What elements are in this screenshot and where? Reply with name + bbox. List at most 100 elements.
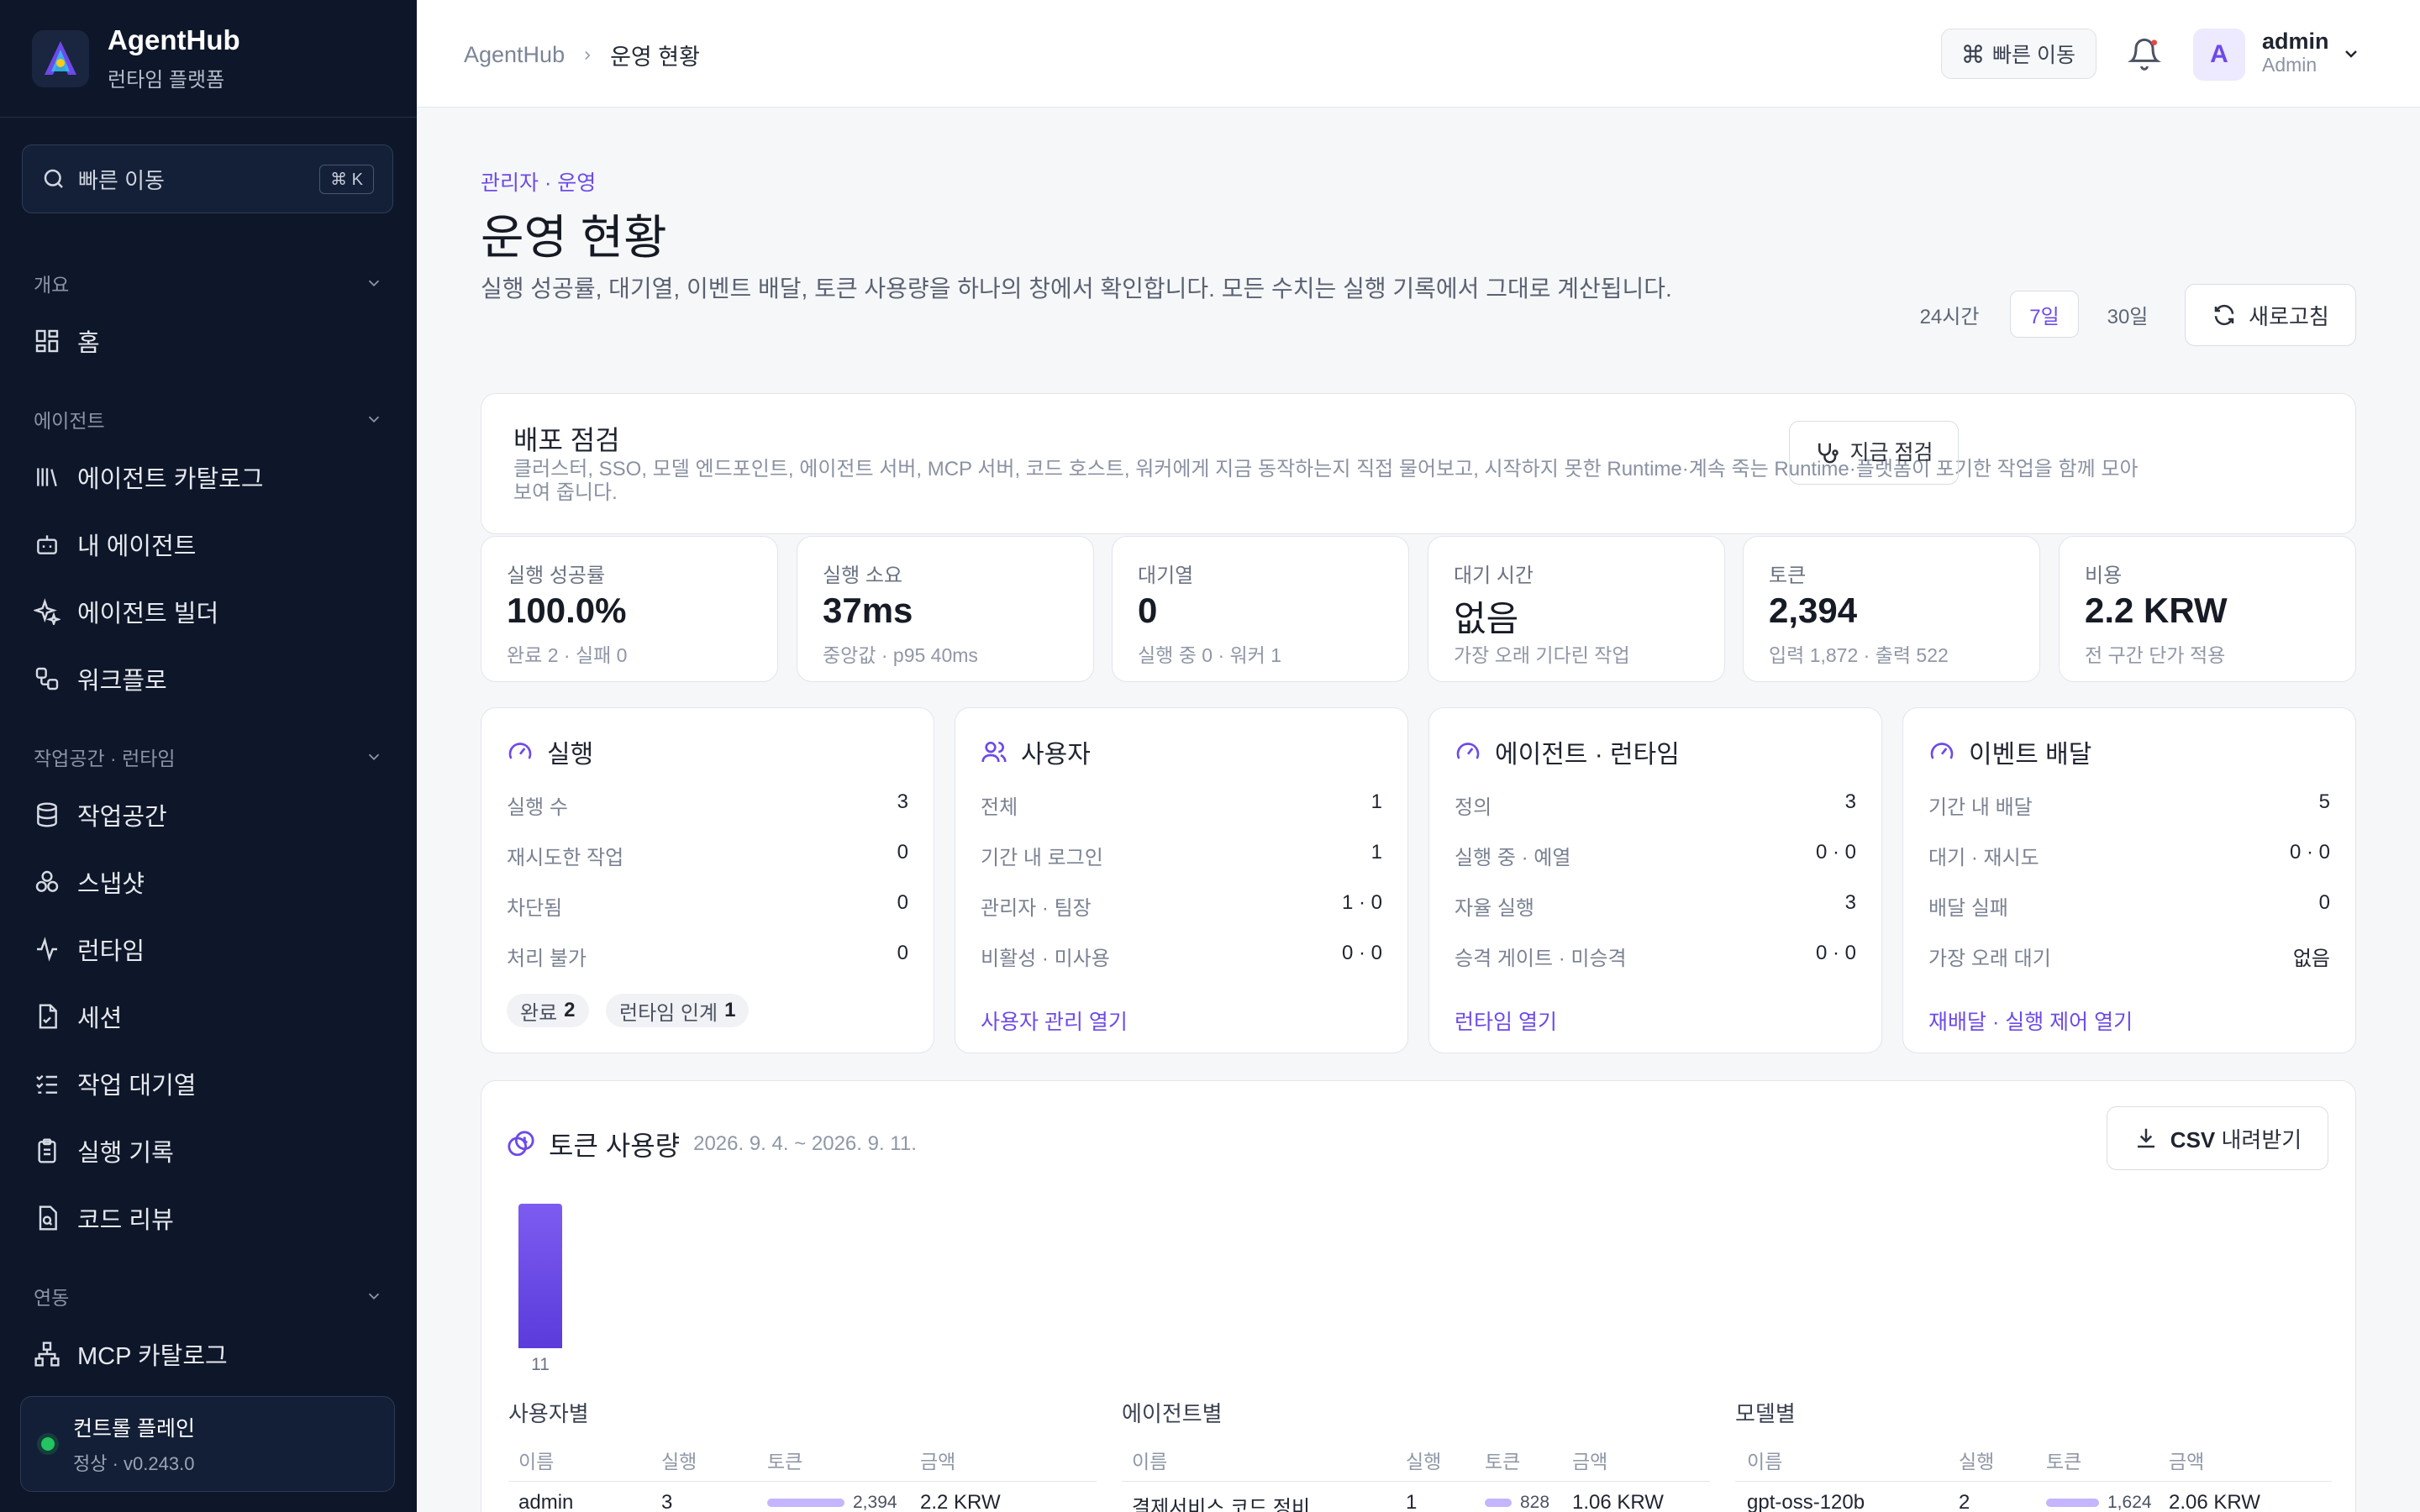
chevron-down-icon [368,1293,380,1300]
csv-download-button[interactable]: CSV 내려받기 [2107,1106,2328,1170]
table-cell-runs: 3 [661,1491,673,1512]
table-header: 토큰 [2046,1451,2082,1473]
metric-label: 토큰 [1769,564,1807,587]
stat-row: 차단됨 0 [507,891,908,921]
sidebar-item-label: 세션 [77,1005,123,1032]
table-cell-runs: 1 [1406,1491,1418,1512]
nav-group-workspace-runtime[interactable]: 작업공간 · 런타임 [34,743,383,771]
stethoscope-icon [1818,443,1839,464]
metric-value: 0 [1138,591,1158,630]
refresh-button[interactable]: 새로고침 [2185,284,2356,346]
avatar[interactable]: A [2193,29,2245,81]
nav-group-integration[interactable]: 연동 [34,1282,383,1310]
stat-row: 배달 실패 0 [1928,891,2330,921]
breadcrumb-root[interactable]: AgentHub [464,42,565,68]
metric-sub: 입력 1,872 · 출력 522 [1769,644,1949,666]
metric-value: 37ms [823,591,913,630]
table-header: 이름 [1747,1451,1783,1473]
token-count: 1,624 [2107,1493,2152,1512]
stat-row: 기간 내 배달 5 [1928,790,2330,820]
sidebar-item-run-history[interactable]: 실행 기록 [34,1126,387,1176]
stat-label: 차단됨 [507,897,563,920]
file-search-icon [39,1205,57,1231]
token-bar[interactable] [518,1204,562,1348]
breadcrumb: AgentHub 운영 현황 [464,39,700,71]
stat-label: 기간 내 배달 [1928,796,2033,819]
stat-row: 대기 · 재시도 0 · 0 [1928,841,2330,870]
range-30d[interactable]: 30일 [2096,291,2160,338]
chip-value: 2 [564,999,576,1021]
sidebar-item-label: 에이전트 빌더 [77,601,219,627]
nav-group-agents[interactable]: 에이전트 [34,405,383,433]
brand[interactable]: AgentHub 런타임 플랫폼 [0,0,417,118]
sidebar-item-label: 실행 기록 [77,1140,174,1167]
sidebar-item-label: 작업 대기열 [77,1073,197,1100]
stat-row: 자율 실행 3 [1455,891,1856,921]
sidebar-item-snapshot[interactable]: 스냅샷 [34,857,387,907]
sidebar-item-workspace[interactable]: 작업공간 [34,790,387,840]
sidebar-item-label: 워크플로 [77,668,167,695]
sidebar-item-label: 에이전트 카탈로그 [77,466,264,493]
stat-value: 0 · 0 [1815,841,1856,864]
range-7d[interactable]: 7일 [2010,291,2079,338]
network-icon [34,1341,60,1367]
token-count: 828 [1520,1493,1550,1512]
check-now-button[interactable]: 지금 점검 [1789,421,1959,485]
sidebar-search[interactable]: 빠른 이동 ⌘ K [22,144,393,213]
check-now-label: 지금 점검 [1849,441,1933,465]
sidebar-item-session[interactable]: 세션 [34,991,387,1042]
sidebar-item-workflow[interactable]: 워크플로 [34,654,387,704]
sidebar-item-agent-catalog[interactable]: 에이전트 카탈로그 [34,452,387,502]
clipboard-icon [38,1138,56,1163]
file-session-icon [39,1004,57,1029]
metric-value: 없음 [1454,599,1519,638]
notifications-button[interactable] [2128,37,2161,75]
csv-label-bold: CSV [2170,1126,2216,1152]
control-plane-version: 정상 · v0.243.0 [73,1453,195,1474]
stat-label: 기간 내 로그인 [981,847,1103,869]
quick-jump-button[interactable]: 빠른 이동 [1941,29,2096,79]
stat-value: 3 [1844,790,1856,813]
search-placeholder: 빠른 이동 [78,167,165,193]
sidebar-item-mcp-catalog[interactable]: MCP 카탈로그 [34,1329,387,1379]
token-share-bar [767,1499,844,1507]
sidebar-item-home[interactable]: 홈 [34,316,387,366]
range-24h[interactable]: 24시간 [1907,291,1991,338]
stat-label: 대기 · 재시도 [1928,847,2039,869]
open-redelivery-control-link[interactable]: 재배달 · 실행 제어 열기 [1928,1005,2133,1036]
stat-value: 0 · 0 [2289,841,2330,864]
chip-label: 완료 [520,1001,558,1025]
table-cell-tokens: 2,394 [767,1493,897,1512]
nav-group-label: 에이전트 [34,410,105,432]
stat-row: 정의 3 [1455,790,1856,820]
open-user-management-link[interactable]: 사용자 관리 열기 [981,1005,1128,1036]
user-menu-toggle[interactable] [2341,44,2361,68]
nav-group-overview[interactable]: 개요 [34,269,383,297]
metric-label: 실행 소요 [823,564,902,587]
metric-sub: 중앙값 · p95 40ms [823,644,978,666]
sidebar-item-task-queue[interactable]: 작업 대기열 [34,1058,387,1109]
stat-label: 전체 [981,796,1018,819]
sidebar-item-code-review[interactable]: 코드 리뷰 [34,1193,387,1243]
stat-value: 3 [1844,891,1856,914]
stat-label: 처리 불가 [507,948,587,970]
sidebar-item-runtime[interactable]: 런타임 [34,924,387,974]
table-cell-amount: 1.06 KRW [1572,1491,1664,1512]
sidebar-item-my-agents[interactable]: 내 에이전트 [34,519,387,570]
table-divider [1122,1481,1710,1482]
panel-title: 실행 [547,741,594,769]
metric-run-duration: 실행 소요 37ms 중앙값 · p95 40ms [797,536,1094,682]
sidebar-item-label: 내 에이전트 [77,533,197,560]
control-plane-status[interactable]: 컨트롤 플레인 정상 · v0.243.0 [20,1396,395,1492]
table-header: 금액 [920,1451,956,1473]
table-cell-amount: 2.06 KRW [2169,1491,2260,1512]
gauge-icon [508,743,532,759]
table-cell-name: gpt-oss-120b [1747,1491,1865,1512]
agenthub-logo-icon [32,29,89,87]
csv-label: 내려받기 [2221,1126,2302,1152]
stat-value: 0 [897,942,908,964]
stat-row: 관리자 · 팀장 1 · 0 [981,891,1382,921]
sidebar-item-label: 작업공간 [77,804,167,831]
sidebar-item-agent-builder[interactable]: 에이전트 빌더 [34,586,387,637]
open-runtime-link[interactable]: 런타임 열기 [1455,1005,1557,1036]
